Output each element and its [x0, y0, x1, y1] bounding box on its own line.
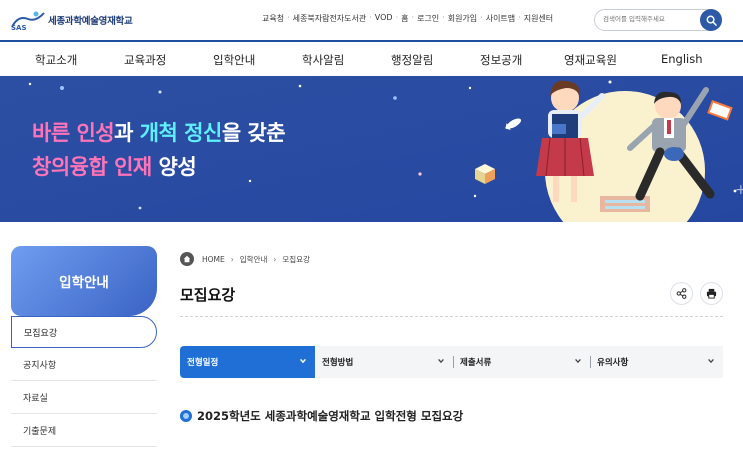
breadcrumb-home[interactable]: HOME — [202, 255, 225, 264]
nav-item-english[interactable]: English — [661, 52, 703, 66]
slogan-highlight-character: 바른 인성 — [32, 121, 115, 145]
tab-label: 유의사항 — [597, 358, 629, 368]
search-input[interactable] — [603, 15, 703, 23]
util-link-library[interactable]: 세종북자람전자도서관 — [293, 13, 367, 24]
util-link-office[interactable]: 교육청 — [262, 13, 284, 24]
sidebar-item-recruitment-guide[interactable]: 모집요강 — [11, 316, 157, 348]
home-icon[interactable] — [180, 252, 194, 266]
chevron-down-icon — [438, 358, 444, 364]
breadcrumb-current: 모집요강 — [282, 254, 310, 264]
bullet-circle-icon — [180, 410, 192, 422]
tab-label: 전형일정 — [187, 358, 219, 368]
breadcrumb-admission[interactable]: 입학안내 — [240, 254, 268, 265]
util-link-login[interactable]: 로그인 — [417, 13, 439, 24]
print-button[interactable] — [700, 282, 723, 305]
slogan-text: 과 — [114, 121, 140, 145]
share-button[interactable] — [670, 282, 693, 305]
util-link-support[interactable]: 지원센터 — [524, 13, 553, 24]
banner-illustration: + — [0, 76, 743, 222]
slogan-highlight-pioneer: 개척 정신 — [139, 121, 223, 145]
util-separator: · — [395, 13, 399, 22]
tab-required-documents[interactable]: 제출서류 — [453, 346, 590, 378]
nav-item-school-intro[interactable]: 학교소개 — [35, 52, 77, 68]
logo-text: 세종과학예술영재학교 — [48, 16, 133, 27]
slogan-highlight-talent: 창의융합 인재 — [32, 155, 152, 179]
sidebar-item-past-exams[interactable]: 기출문제 — [11, 414, 157, 447]
util-separator: · — [480, 13, 483, 22]
section-heading: 2025학년도 세종과학예술영재학교 입학전형 모집요강 — [180, 408, 463, 424]
title-divider — [180, 316, 723, 317]
util-separator: · — [287, 13, 290, 22]
nav-item-admission[interactable]: 입학안내 — [213, 52, 255, 68]
util-link-vod[interactable]: VOD — [375, 13, 393, 24]
slogan-text: 양성 — [151, 155, 197, 179]
nav-item-academic-news[interactable]: 학사알림 — [302, 52, 344, 68]
util-separator: · — [442, 13, 445, 22]
chevron-down-icon — [708, 358, 714, 364]
share-icon — [676, 288, 687, 299]
nav-item-info-disclosure[interactable]: 정보공개 — [480, 52, 522, 68]
school-logo[interactable]: SAS 세종과학예술영재학교 — [10, 9, 133, 32]
nav-item-curriculum[interactable]: 교육과정 — [124, 52, 166, 68]
sidebar-menu: 모집요강 공지사항 자료실 기출문제 — [11, 316, 157, 447]
logo-mark-icon: SAS — [10, 9, 46, 32]
chevron-right-icon: › — [230, 254, 234, 264]
tab-label: 제출서류 — [460, 358, 492, 368]
svg-text:+: + — [735, 182, 743, 198]
chevron-down-icon — [300, 358, 306, 364]
chevron-right-icon: › — [273, 254, 277, 264]
svg-text:SAS: SAS — [11, 24, 27, 31]
search-icon — [706, 15, 717, 26]
nav-item-admin-news[interactable]: 행정알림 — [391, 52, 433, 68]
section-heading-text: 2025학년도 세종과학예술영재학교 입학전형 모집요강 — [197, 409, 464, 423]
sidebar-title: 입학안내 — [11, 246, 157, 316]
banner-slogan-line1: 바른 인성과 개척 정신을 갖춘 — [32, 117, 286, 147]
chevron-down-icon — [575, 358, 581, 364]
search-button[interactable] — [700, 9, 722, 31]
slogan-text: 을 갖춘 — [221, 121, 286, 145]
tab-schedule[interactable]: 전형일정 — [180, 346, 315, 378]
sidebar-item-resources[interactable]: 자료실 — [11, 381, 157, 414]
sidebar-item-notices[interactable]: 공지사항 — [11, 348, 157, 381]
print-icon — [706, 288, 717, 299]
util-link-signup[interactable]: 회원가입 — [448, 13, 477, 24]
util-separator: · — [411, 13, 415, 22]
utility-links: 교육청 · 세종북자람전자도서관 · VOD · 홈 · 로그인 · 회원가입 … — [262, 13, 553, 24]
top-utility-bar: SAS 세종과학예술영재학교 교육청 · 세종북자람전자도서관 · VOD · … — [0, 0, 743, 40]
tab-label: 전형방법 — [322, 358, 354, 368]
tab-selection-method[interactable]: 전형방법 — [315, 346, 453, 378]
hero-banner: + — [0, 76, 743, 222]
nav-item-gifted-center[interactable]: 영재교육원 — [564, 52, 617, 68]
content-tabs: 전형일정 전형방법 제출서류 유의사항 — [180, 346, 723, 378]
banner-slogan-line2: 창의융합 인재 양성 — [32, 151, 197, 181]
util-separator: · — [518, 13, 521, 22]
tab-precautions[interactable]: 유의사항 — [590, 346, 723, 378]
page-title: 모집요강 — [180, 286, 236, 304]
util-link-sitemap[interactable]: 사이트맵 — [486, 13, 515, 24]
util-link-home[interactable]: 홈 — [401, 13, 408, 24]
main-nav: 학교소개 교육과정 입학안내 학사알림 행정알림 정보공개 영재교육원 Engl… — [0, 40, 743, 76]
breadcrumb: HOME › 입학안내 › 모집요강 — [180, 252, 310, 266]
util-separator: · — [369, 13, 372, 22]
